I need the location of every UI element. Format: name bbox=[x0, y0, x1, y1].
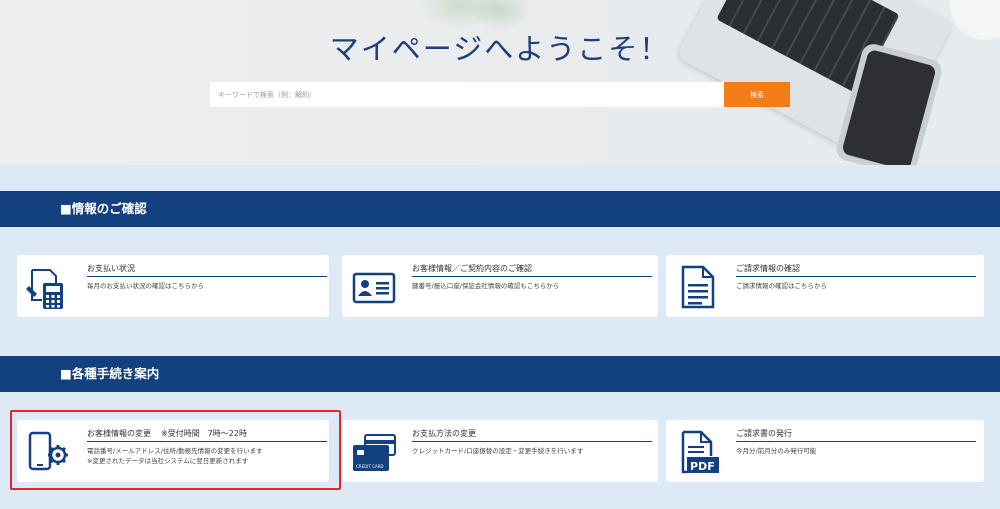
calculator-document-icon bbox=[25, 263, 73, 311]
pdf-document-icon: PDF bbox=[674, 428, 722, 476]
card-description: ご請求情報の確認はこちらから bbox=[736, 282, 827, 290]
card-customer-info[interactable]: お客様情報／ご契約内容のご確認 鍵番号/振込口座/保証会社情報の確認もこちらから bbox=[342, 255, 658, 317]
card-title: お客様情報／ご契約内容のご確認 bbox=[412, 263, 652, 277]
card-description: 今月分/前月分のみ発行可能 bbox=[736, 447, 817, 455]
pdf-label: PDF bbox=[690, 460, 715, 473]
credit-card-icon: CREDIT CARD bbox=[350, 428, 398, 476]
search-button[interactable]: 検索 bbox=[724, 82, 790, 107]
card-billing-info[interactable]: ご請求情報の確認 ご請求情報の確認はこちらから bbox=[666, 255, 984, 317]
card-title: ご請求情報の確認 bbox=[736, 263, 976, 277]
id-card-icon bbox=[350, 263, 398, 311]
credit-card-label: CREDIT CARD bbox=[356, 464, 383, 469]
card-description: 毎月のお支払い状況の確認はこちらから bbox=[87, 282, 204, 290]
card-title: ご請求書の発行 bbox=[736, 428, 976, 442]
search-bar: 検索 bbox=[210, 82, 790, 107]
card-change-payment-method[interactable]: CREDIT CARD お支払方法の変更 クレジットカード/口座振替の設定・変更… bbox=[342, 420, 658, 482]
card-description: 鍵番号/振込口座/保証会社情報の確認もこちらから bbox=[412, 282, 560, 290]
document-icon bbox=[674, 263, 722, 311]
card-issue-invoice[interactable]: PDF ご請求書の発行 今月分/前月分のみ発行可能 bbox=[666, 420, 984, 482]
card-title: お支払方法の変更 bbox=[412, 428, 652, 442]
card-payment-status[interactable]: お支払い状況 毎月のお支払い状況の確認はこちらから bbox=[17, 255, 329, 317]
section-heading-info: ■情報のご確認 bbox=[0, 191, 1000, 227]
page-title: マイページへようこそ！ bbox=[329, 32, 671, 66]
card-title: お支払い状況 bbox=[87, 263, 327, 277]
hero-banner: マイページへようこそ！ 検索 bbox=[0, 0, 1000, 165]
card-description: クレジットカード/口座振替の設定・変更手続きを行います bbox=[412, 447, 584, 455]
section-heading-procedures: ■各種手続き案内 bbox=[0, 356, 1000, 392]
search-input[interactable] bbox=[210, 82, 724, 107]
highlight-box bbox=[10, 410, 341, 490]
